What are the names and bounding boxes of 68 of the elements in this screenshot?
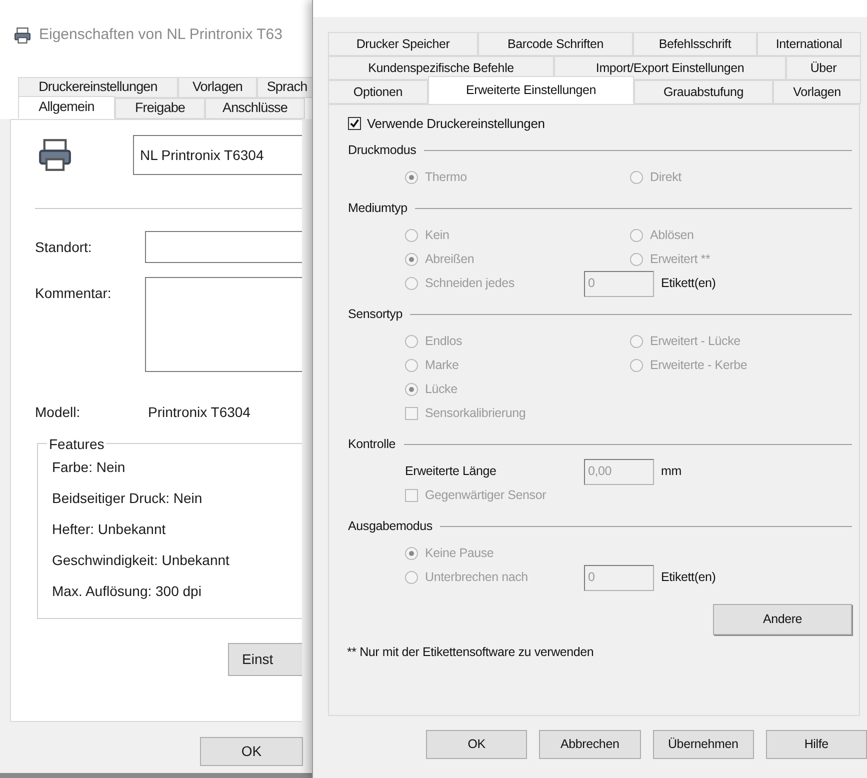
field-label: Standort: (35, 238, 93, 256)
tab[interactable]: Barcode Schriften (478, 32, 633, 56)
option-label: Kein (425, 227, 450, 244)
option-label: Erweiterte - Kerbe (650, 357, 748, 374)
option-label: Endlos (425, 333, 462, 350)
tab[interactable]: Über (786, 56, 861, 80)
printer-icon (14, 26, 31, 44)
tab[interactable]: International (757, 32, 861, 56)
option-label: Keine Pause (425, 545, 494, 562)
dialog-button[interactable]: Abbrechen (539, 730, 640, 759)
tab[interactable]: Kundenspezifische Befehle (328, 56, 554, 80)
model-value: Printronix T6304 (148, 403, 250, 422)
option-label: Unterbrechen nach (425, 569, 528, 586)
section-title: Druckmodus (348, 142, 416, 160)
other-button[interactable]: Andere (713, 604, 852, 634)
checkbox[interactable] (348, 117, 361, 130)
tab[interactable]: Befehlsschrift (633, 32, 757, 56)
option-label: Erweitert - Lücke (650, 333, 740, 350)
option-label: Marke (425, 357, 459, 374)
option-label: Ablösen (650, 227, 694, 244)
unit-label: Etikett(en) (661, 569, 716, 586)
option-label: Abreißen (425, 251, 474, 268)
checkbox-label: Gegenwärtiger Sensor (425, 487, 546, 504)
section-title: Mediumtyp (348, 200, 408, 218)
option-label: Lücke (425, 381, 458, 398)
window-title: Eigenschaften von NL Printronix T63 (39, 24, 282, 45)
checkbox-label: Sensorkalibrierung (425, 405, 526, 422)
unit-label: Etikett(en) (661, 275, 716, 292)
tab[interactable]: Allgemein (18, 96, 115, 119)
checkbox-label: Verwende Druckereinstellungen (367, 115, 545, 133)
printer-icon (38, 138, 72, 172)
tab[interactable]: Vorlagen (178, 77, 257, 98)
option-label: Schneiden jedes (425, 275, 514, 292)
tab[interactable]: Sprach (257, 77, 312, 98)
tab[interactable]: Vorlagen (773, 80, 861, 104)
tab[interactable]: Anschlüsse (205, 98, 305, 119)
tab[interactable]: Grauabstufung (634, 80, 773, 104)
dialog-button[interactable]: Übernehmen (652, 730, 754, 759)
comment-field[interactable] (145, 277, 302, 372)
ok-button[interactable]: OK (200, 737, 303, 766)
tab[interactable]: Erweiterte Einstellungen (428, 76, 634, 104)
tab[interactable]: Optionen (328, 80, 428, 104)
section-title: Sensortyp (348, 306, 402, 324)
option-label: Erweitert ** (650, 251, 710, 268)
tab[interactable]: Import/Export Einstellungen (554, 56, 786, 80)
feature-text: Max. Auflösung: 300 dpi (52, 582, 202, 600)
name-field[interactable]: NL Printronix T6304 (133, 135, 302, 175)
feature-text: Geschwindigkeit: Unbekannt (52, 551, 230, 569)
field-value: NL Printronix T6304 (140, 146, 264, 164)
section-title: Ausgabemodus (348, 518, 432, 536)
tab[interactable]: Freigabe (115, 98, 205, 119)
dialog-button[interactable]: Hilfe (766, 730, 867, 759)
field-label: Erweiterte Länge (405, 463, 496, 480)
dialog-button[interactable]: OK (426, 730, 528, 759)
location-field[interactable] (145, 231, 302, 263)
footnote: ** Nur mit der Etikettensoftware zu verwenden (347, 644, 595, 660)
feature-text: Farbe: Nein (52, 458, 126, 476)
field-label: Kommentar: (35, 284, 112, 303)
feature-text: Hefter: Unbekannt (52, 520, 167, 538)
settings-button[interactable]: Einst (228, 643, 302, 676)
feature-text: Beidseitiger Druck: Nein (52, 489, 204, 507)
unit-label: mm (661, 463, 682, 480)
tab[interactable]: Druckereinstellungen (18, 77, 178, 98)
section-title: Kontrolle (348, 436, 396, 454)
option-label: Direkt (650, 169, 682, 186)
field-label: Modell: (35, 403, 82, 422)
tab[interactable]: Drucker Speicher (328, 32, 478, 56)
option-label: Thermo (425, 169, 467, 186)
